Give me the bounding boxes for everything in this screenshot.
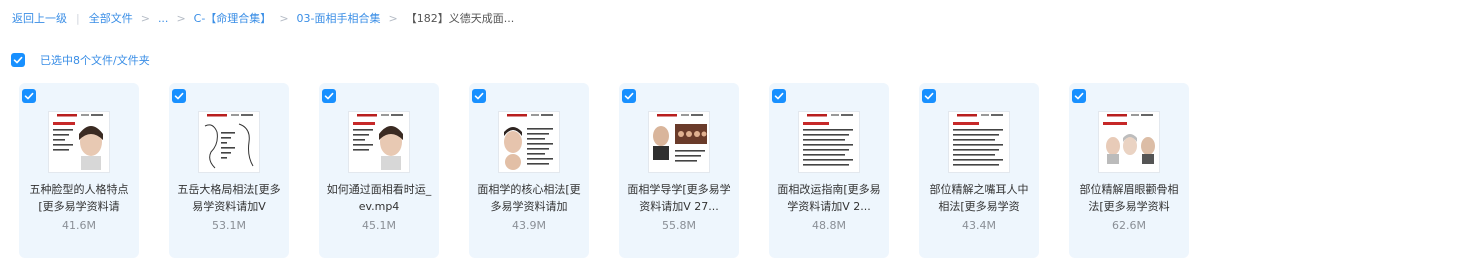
file-checkbox[interactable] xyxy=(772,89,786,103)
check-icon xyxy=(174,92,184,100)
file-name: 面相改运指南[更多易学资料请加V 2... xyxy=(777,183,881,213)
divider: | xyxy=(76,11,80,25)
file-size: 48.8M xyxy=(812,219,846,232)
file-size: 43.9M xyxy=(512,219,546,232)
chevron-right-icon: > xyxy=(140,11,150,25)
file-checkbox[interactable] xyxy=(472,89,486,103)
file-checkbox[interactable] xyxy=(622,89,636,103)
check-icon xyxy=(774,92,784,100)
video-thumbnail xyxy=(1099,112,1159,172)
video-thumbnail xyxy=(49,112,109,172)
select-all-checkbox[interactable] xyxy=(11,53,25,67)
video-thumbnail xyxy=(949,112,1009,172)
chevron-right-icon: > xyxy=(388,11,398,25)
file-card[interactable]: 部位精解之嘴耳人中相法[更多易学资 43.4M xyxy=(919,83,1039,258)
chevron-right-icon: > xyxy=(176,11,186,25)
video-thumbnail xyxy=(499,112,559,172)
file-checkbox[interactable] xyxy=(922,89,936,103)
file-size: 43.4M xyxy=(962,219,996,232)
file-name: 五岳大格局相法[更多易学资料请加V xyxy=(177,183,281,213)
video-thumbnail xyxy=(649,112,709,172)
crumb-level1[interactable]: C-【命理合集】 xyxy=(194,10,272,26)
selection-bar: 已选中8个文件/文件夹 xyxy=(11,52,150,68)
crumb-current: 【182】义德天成面... xyxy=(405,12,515,25)
video-thumbnail xyxy=(799,112,859,172)
check-icon xyxy=(624,92,634,100)
check-icon xyxy=(924,92,934,100)
file-card[interactable]: 五种脸型的人格特点[更多易学资料请 41.6M xyxy=(19,83,139,258)
selection-count: 已选中8个文件/文件夹 xyxy=(40,54,150,67)
file-card[interactable]: 如何通过面相看时运_ev.mp4 45.1M xyxy=(319,83,439,258)
crumb-all-files[interactable]: 全部文件 xyxy=(89,10,133,26)
file-name: 五种脸型的人格特点[更多易学资料请 xyxy=(29,183,129,213)
file-size: 41.6M xyxy=(62,219,96,232)
file-size: 62.6M xyxy=(1112,219,1146,232)
file-size: 45.1M xyxy=(362,219,396,232)
chevron-right-icon: > xyxy=(279,11,289,25)
file-card[interactable]: 面相学的核心相法[更多易学资料请加 43.9M xyxy=(469,83,589,258)
video-thumbnail xyxy=(199,112,259,172)
file-name: 如何通过面相看时运_ev.mp4 xyxy=(326,183,432,213)
crumb-ellipsis[interactable]: ... xyxy=(158,12,169,25)
file-checkbox[interactable] xyxy=(322,89,336,103)
file-card[interactable]: 五岳大格局相法[更多易学资料请加V 53.1M xyxy=(169,83,289,258)
video-thumbnail xyxy=(349,112,409,172)
check-icon xyxy=(13,56,23,64)
file-grid: 五种脸型的人格特点[更多易学资料请 41.6M 五岳大格局相法[更多易学资料请加V 5… xyxy=(19,83,1219,258)
file-name: 面相学导学[更多易学资料请加V 27... xyxy=(627,183,731,213)
check-icon xyxy=(24,92,34,100)
crumb-level2[interactable]: 03-面相手相合集 xyxy=(297,10,381,26)
breadcrumb: 返回上一级 | 全部文件 > ... > C-【命理合集】 > 03-面相手相合… xyxy=(12,10,514,26)
file-checkbox[interactable] xyxy=(22,89,36,103)
file-checkbox[interactable] xyxy=(172,89,186,103)
file-name: 面相学的核心相法[更多易学资料请加 xyxy=(477,183,581,213)
back-link[interactable]: 返回上一级 xyxy=(12,10,67,26)
file-card[interactable]: 面相学导学[更多易学资料请加V 27... 55.8M xyxy=(619,83,739,258)
check-icon xyxy=(1074,92,1084,100)
check-icon xyxy=(324,92,334,100)
file-name: 部位精解眉眼颧骨相法[更多易学资料 xyxy=(1079,183,1179,213)
file-checkbox[interactable] xyxy=(1072,89,1086,103)
file-size: 53.1M xyxy=(212,219,246,232)
file-size: 55.8M xyxy=(662,219,696,232)
check-icon xyxy=(474,92,484,100)
file-card[interactable]: 部位精解眉眼颧骨相法[更多易学资料 62.6M xyxy=(1069,83,1189,258)
file-card[interactable]: 面相改运指南[更多易学资料请加V 2... 48.8M xyxy=(769,83,889,258)
file-name: 部位精解之嘴耳人中相法[更多易学资 xyxy=(929,183,1029,213)
